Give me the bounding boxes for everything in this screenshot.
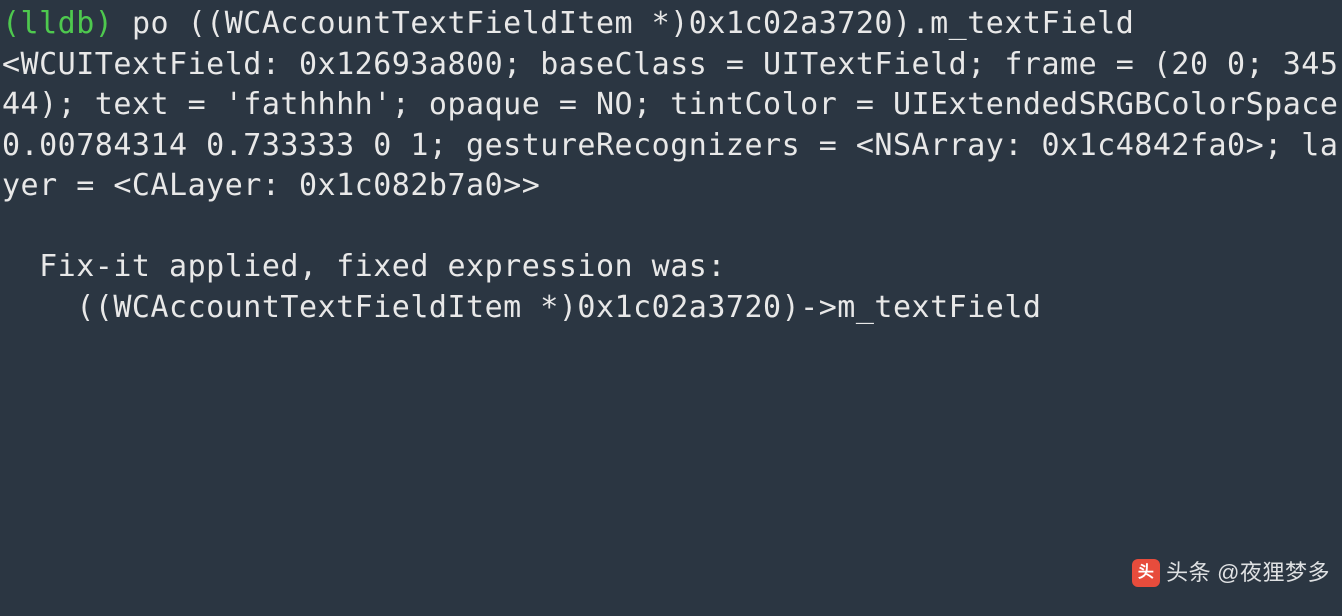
watermark-brand: 头条 — [1166, 558, 1211, 588]
lldb-terminal[interactable]: (lldb) po ((WCAccountTextFieldItem *)0x1… — [2, 4, 1340, 328]
watermark-user: @夜狸梦多 — [1217, 558, 1330, 588]
lldb-command: po ((WCAccountTextFieldItem *)0x1c02a372… — [132, 6, 1134, 41]
lldb-output-line-3: ((WCAccountTextFieldItem *)0x1c02a3720)-… — [2, 290, 1041, 325]
watermark: 头 头条 @夜狸梦多 — [1132, 558, 1330, 588]
lldb-output-line-0: <WCUITextField: 0x12693a800; baseClass =… — [2, 47, 1342, 204]
lldb-prompt: (lldb) — [2, 6, 132, 41]
lldb-output-line-2: Fix-it applied, fixed expression was: — [2, 249, 726, 284]
watermark-icon: 头 — [1132, 559, 1160, 587]
